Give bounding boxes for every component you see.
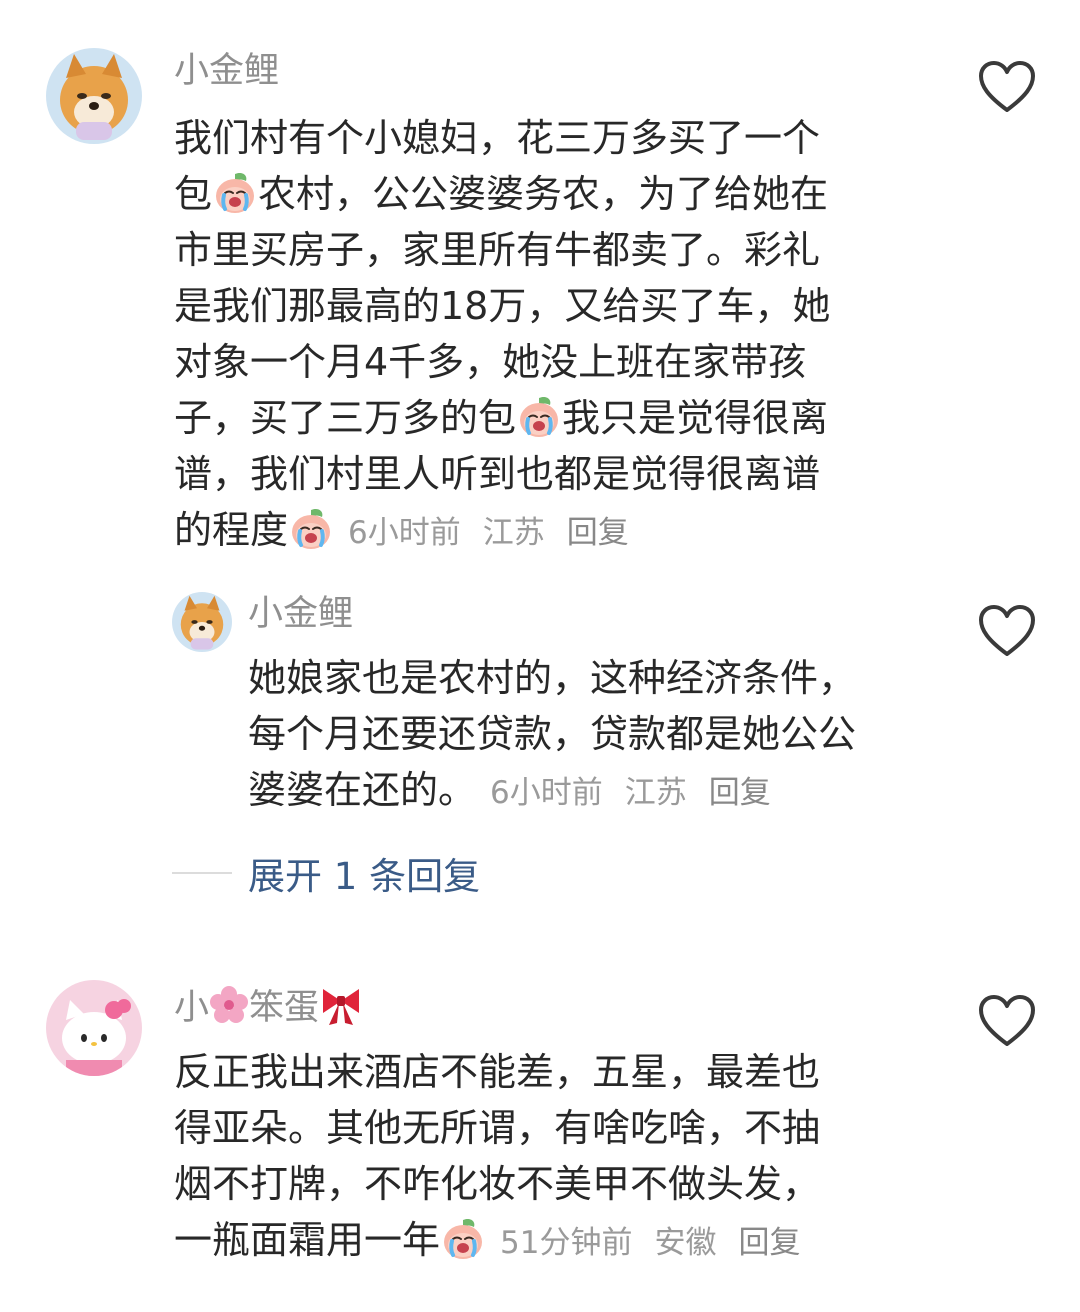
reply-body: 她娘家也是农村的，这种经济条件， 每个月还要还贷款，贷款都是她公公 婆婆在还的。… xyxy=(248,650,856,818)
comment-time: 51分钟前 xyxy=(500,1225,633,1261)
comment-text: 市里买房子，家里所有牛都卖了。彩礼 xyxy=(174,228,821,272)
reply-username[interactable]: 小金鲤 xyxy=(248,592,353,636)
comment-item: 小金鲤 我们村有个小媳妇，花三万多买了一个 包 农村，公公婆婆务农，为了给她在 市… xyxy=(0,0,1080,570)
comment-text: 子，买了三万多的包 xyxy=(174,396,517,440)
comment-text: 谱，我们村里人听到也都是觉得很离谱 xyxy=(174,452,821,496)
reply-text: 每个月还要还贷款，贷款都是她公公 xyxy=(248,712,857,756)
comment-line: 对象一个月4千多，她没上班在家带孩 xyxy=(174,334,830,390)
comment-line: 我们村有个小媳妇，花三万多买了一个 xyxy=(174,110,830,166)
comment-text: 得亚朵。其他无所谓，有啥吃啥，不抽 xyxy=(174,1106,821,1150)
comment-line: 包 农村，公公婆婆务农，为了给她在 xyxy=(174,166,830,222)
reply-location: 江苏 xyxy=(624,775,687,811)
like-button[interactable] xyxy=(978,994,1036,1048)
comment-location: 江苏 xyxy=(482,515,545,551)
comment-text: 对象一个月4千多，她没上班在家带孩 xyxy=(174,340,807,384)
comment-time: 6小时前 xyxy=(348,515,461,551)
reply-line: 她娘家也是农村的，这种经济条件， xyxy=(248,650,856,706)
reply-text: 婆婆在还的。 xyxy=(248,768,477,812)
like-button[interactable] xyxy=(978,604,1036,658)
reply-text: 她娘家也是农村的，这种经济条件， xyxy=(248,656,857,700)
reply-button[interactable]: 回复 xyxy=(567,515,629,551)
comment-text: 包 xyxy=(174,172,213,216)
comment-line: 的程度 6小时前 江苏 回复 xyxy=(174,502,830,558)
reply-button[interactable]: 回复 xyxy=(709,775,771,811)
reply-line: 每个月还要还贷款，贷款都是她公公 xyxy=(248,706,856,762)
crying-peach-emoji-icon xyxy=(288,505,334,551)
shiba-dog-avatar-icon xyxy=(172,592,232,652)
comment-meta: 6小时前 江苏 回复 xyxy=(348,515,651,551)
comment-line: 是我们那最高的18万，又给买了车，她 xyxy=(174,278,830,334)
reply-meta: 6小时前 江苏 回复 xyxy=(490,775,793,811)
sobbing-peach-emoji-icon xyxy=(440,1215,486,1261)
comment-line: 得亚朵。其他无所谓，有啥吃啥，不抽 xyxy=(174,1100,822,1156)
comment-text: 我只是觉得很离 xyxy=(562,396,829,440)
reply-line: 婆婆在还的。 6小时前 江苏 回复 xyxy=(248,762,856,818)
comment-text: 农村，公公婆婆务农，为了给她在 xyxy=(258,172,829,216)
comment-text: 我们村有个小媳妇，花三万多买了一个 xyxy=(174,116,821,160)
comment-body: 我们村有个小媳妇，花三万多买了一个 包 农村，公公婆婆务农，为了给她在 市里买房子… xyxy=(174,110,830,558)
comment-line: 反正我出来酒店不能差，五星，最差也 xyxy=(174,1044,822,1100)
comment-text: 的程度 xyxy=(174,508,289,552)
comment-text: 是我们那最高的18万，又给买了车，她 xyxy=(174,284,831,328)
expand-divider xyxy=(172,872,232,874)
user-avatar[interactable] xyxy=(46,48,142,144)
user-avatar[interactable] xyxy=(172,592,232,652)
comment-line: 烟不打牌，不咋化妆不美甲不做头发， xyxy=(174,1156,822,1212)
heart-outline-icon xyxy=(979,605,1035,656)
heart-outline-icon xyxy=(979,61,1035,112)
comment-text: 一瓶面霜用一年 xyxy=(174,1218,441,1262)
comment-line: 一瓶面霜用一年 51分钟前 安徽 回复 xyxy=(174,1212,822,1268)
ribbon-bow-emoji-icon xyxy=(319,983,363,1027)
hello-kitty-avatar-icon xyxy=(46,980,142,1076)
comment-line: 谱，我们村里人听到也都是觉得很离谱 xyxy=(174,446,830,502)
user-avatar[interactable] xyxy=(46,980,142,1076)
crying-peach-emoji-icon xyxy=(516,393,562,439)
comment-line: 子，买了三万多的包 我只是觉得很离 xyxy=(174,390,830,446)
comment-body: 反正我出来酒店不能差，五星，最差也 得亚朵。其他无所谓，有啥吃啥，不抽 烟不打牌… xyxy=(174,1044,822,1268)
crying-peach-emoji-icon xyxy=(212,169,258,215)
comment-line: 市里买房子，家里所有牛都卖了。彩礼 xyxy=(174,222,830,278)
comment-meta: 51分钟前 安徽 回复 xyxy=(500,1225,822,1261)
sakura-emoji-icon xyxy=(209,985,249,1025)
reply-button[interactable]: 回复 xyxy=(738,1225,800,1261)
shiba-dog-avatar-icon xyxy=(46,48,142,144)
like-button[interactable] xyxy=(978,60,1036,114)
comment-username[interactable]: 小 笨蛋 xyxy=(174,983,363,1030)
comment-location: 安徽 xyxy=(654,1225,717,1261)
username-text: 笨蛋 xyxy=(249,988,320,1028)
comment-text: 反正我出来酒店不能差，五星，最差也 xyxy=(174,1050,821,1094)
comment-text: 烟不打牌，不咋化妆不美甲不做头发， xyxy=(174,1162,821,1206)
heart-outline-icon xyxy=(979,995,1035,1046)
username-text: 小 xyxy=(174,988,210,1028)
comment-username[interactable]: 小金鲤 xyxy=(174,49,279,93)
reply-time: 6小时前 xyxy=(490,775,603,811)
expand-replies-row: 展开 1 条回复 xyxy=(172,845,480,901)
expand-replies-button[interactable]: 展开 1 条回复 xyxy=(248,846,480,900)
